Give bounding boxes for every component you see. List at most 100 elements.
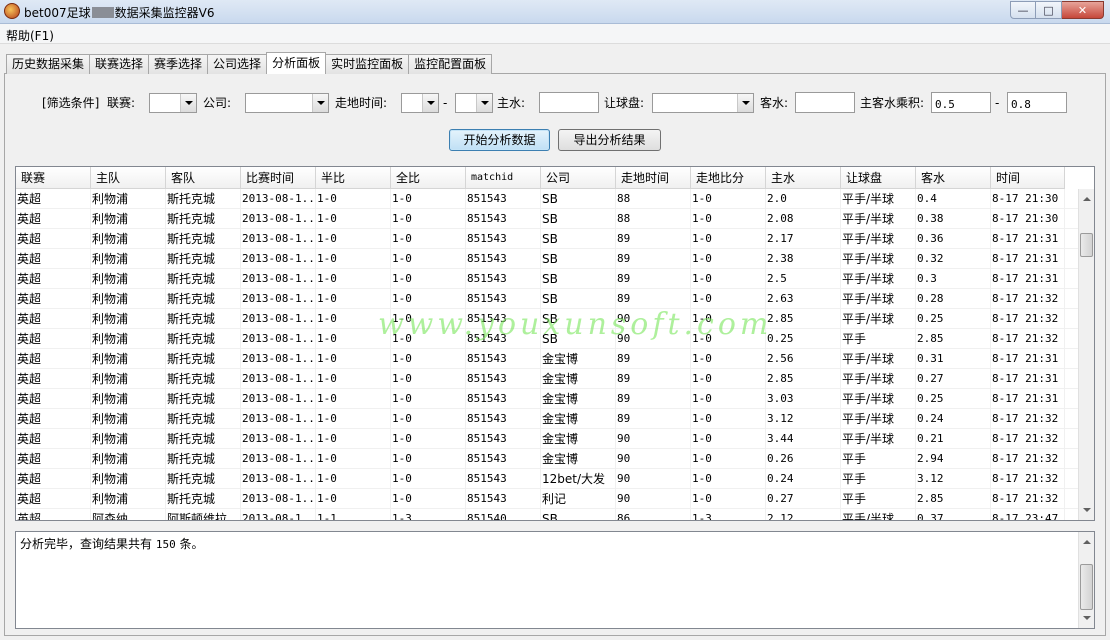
table-cell: 利物浦 <box>91 429 166 449</box>
table-cell: 利物浦 <box>91 209 166 229</box>
water-product-max-input[interactable] <box>1007 92 1067 113</box>
table-cell: 2013-08-1... <box>241 409 316 429</box>
table-cell: 1-0 <box>391 449 466 469</box>
column-header[interactable]: 全比 <box>391 167 466 189</box>
scroll-up-arrow[interactable] <box>1079 191 1094 207</box>
scroll-down-arrow[interactable] <box>1079 610 1094 626</box>
table-cell: 2013-08-1... <box>241 509 316 520</box>
table-row[interactable]: 英超 利物浦 斯托克城 2013-08-1... 1-0 1-0 851543 12bet/大… <box>16 469 1080 489</box>
tab-5[interactable]: 实时监控面板 <box>325 54 410 74</box>
column-header[interactable]: 联赛 <box>16 167 91 189</box>
table-cell: 851540 <box>466 509 541 520</box>
table-cell: 90 <box>616 449 691 469</box>
time-from-select[interactable] <box>401 93 439 113</box>
table-row[interactable]: 英超 利物浦 斯托克城 2013-08-1... 1-0 1-0 851543 SB 89 1-0… <box>16 229 1080 249</box>
away-water-input[interactable] <box>795 92 855 113</box>
table-cell: 0.25 <box>766 329 841 349</box>
table-cell: 851543 <box>466 429 541 449</box>
menu-bar: 帮助(F1) <box>0 24 1110 44</box>
table-row[interactable]: 英超 利物浦 斯托克城 2013-08-1... 1-0 1-0 851543 金宝博 90 1-… <box>16 429 1080 449</box>
chevron-down-icon <box>312 94 328 112</box>
results-grid[interactable]: 联赛 主队 客队 比赛时间 半比 全比 matchid 公司 走地时间 走地比分 主水 让球盘 客水 时间… <box>15 166 1095 521</box>
table-row[interactable]: 英超 利物浦 斯托克城 2013-08-1... 1-0 1-0 851543 SB 88 1-0… <box>16 189 1080 209</box>
table-cell: 90 <box>616 489 691 509</box>
tab-4[interactable]: 分析面板 <box>266 52 327 74</box>
table-cell: 1-0 <box>391 329 466 349</box>
scroll-thumb[interactable] <box>1080 564 1093 610</box>
log-output[interactable]: 分析完毕，查询结果共有 150 条。 <box>15 531 1095 629</box>
table-cell: 斯托克城 <box>166 409 241 429</box>
tab-3[interactable]: 公司选择 <box>207 54 268 74</box>
column-header[interactable]: 走地比分 <box>691 167 766 189</box>
table-cell: 851543 <box>466 309 541 329</box>
table-row[interactable]: 英超 利物浦 斯托克城 2013-08-1... 1-0 1-0 851543 SB 89 1-0… <box>16 289 1080 309</box>
log-vertical-scrollbar[interactable] <box>1078 532 1094 628</box>
table-cell: 8-17 21:32 <box>991 449 1065 469</box>
water-product-min-input[interactable] <box>931 92 991 113</box>
start-analysis-button[interactable]: 开始分析数据 <box>449 129 550 151</box>
maximize-button[interactable]: □ <box>1036 1 1062 19</box>
column-header[interactable]: 时间 <box>991 167 1065 189</box>
tab-2[interactable]: 赛季选择 <box>148 54 209 74</box>
table-row[interactable]: 英超 利物浦 斯托克城 2013-08-1... 1-0 1-0 851543 金宝博 90 1-… <box>16 449 1080 469</box>
table-row[interactable]: 英超 利物浦 斯托克城 2013-08-1... 1-0 1-0 851543 SB 89 1-0… <box>16 269 1080 289</box>
column-header[interactable]: 客水 <box>916 167 991 189</box>
table-row[interactable]: 英超 利物浦 斯托克城 2013-08-1... 1-0 1-0 851543 SB 90 1-0… <box>16 329 1080 349</box>
table-cell: 0.38 <box>916 209 991 229</box>
table-cell: 1-0 <box>691 269 766 289</box>
table-cell: 89 <box>616 289 691 309</box>
table-cell: 斯托克城 <box>166 189 241 209</box>
scroll-up-arrow[interactable] <box>1079 534 1094 550</box>
table-row[interactable]: 英超 利物浦 斯托克城 2013-08-1... 1-0 1-0 851543 金宝博 89 1-… <box>16 369 1080 389</box>
table-cell: 斯托克城 <box>166 249 241 269</box>
league-select[interactable] <box>149 93 197 113</box>
column-header[interactable]: matchid <box>466 167 541 189</box>
table-cell: 2.08 <box>766 209 841 229</box>
handicap-select[interactable] <box>652 93 754 113</box>
column-header[interactable]: 主队 <box>91 167 166 189</box>
table-cell: 英超 <box>16 269 91 289</box>
home-water-input[interactable] <box>539 92 599 113</box>
column-header[interactable]: 客队 <box>166 167 241 189</box>
menu-help[interactable]: 帮助(F1) <box>6 27 54 44</box>
table-cell: 8-17 21:31 <box>991 269 1065 289</box>
column-header[interactable]: 让球盘 <box>841 167 916 189</box>
grid-vertical-scrollbar[interactable] <box>1078 189 1094 520</box>
table-cell: 3.03 <box>766 389 841 409</box>
title-redaction <box>91 7 114 18</box>
close-button[interactable]: ✕ <box>1062 1 1104 19</box>
table-cell: 1-1 <box>316 509 391 520</box>
table-cell: 斯托克城 <box>166 329 241 349</box>
company-select[interactable] <box>245 93 329 113</box>
table-cell: 斯托克城 <box>166 229 241 249</box>
tab-6[interactable]: 监控配置面板 <box>408 54 493 74</box>
tab-1[interactable]: 联赛选择 <box>89 54 150 74</box>
column-header[interactable]: 比赛时间 <box>241 167 316 189</box>
export-results-button[interactable]: 导出分析结果 <box>558 129 661 151</box>
table-cell: 斯托克城 <box>166 389 241 409</box>
table-row[interactable]: 英超 利物浦 斯托克城 2013-08-1... 1-0 1-0 851543 SB 88 1-0… <box>16 209 1080 229</box>
table-cell: 90 <box>616 329 691 349</box>
column-header[interactable]: 公司 <box>541 167 616 189</box>
column-header[interactable]: 主水 <box>766 167 841 189</box>
table-row[interactable]: 英超 利物浦 斯托克城 2013-08-1... 1-0 1-0 851543 金宝博 89 1-… <box>16 349 1080 369</box>
minimize-button[interactable]: — <box>1010 1 1036 19</box>
table-cell: 2013-08-1... <box>241 229 316 249</box>
table-row[interactable]: 英超 利物浦 斯托克城 2013-08-1... 1-0 1-0 851543 金宝博 89 1-… <box>16 389 1080 409</box>
table-row[interactable]: 英超 阿森纳 阿斯顿维拉 2013-08-1... 1-1 1-3 851540 SB 86 1-… <box>16 509 1080 520</box>
table-cell: 1-0 <box>391 209 466 229</box>
table-row[interactable]: 英超 利物浦 斯托克城 2013-08-1... 1-0 1-0 851543 SB 89 1-0… <box>16 249 1080 269</box>
table-cell: SB <box>541 309 616 329</box>
tab-0[interactable]: 历史数据采集 <box>6 54 91 74</box>
table-row[interactable]: 英超 利物浦 斯托克城 2013-08-1... 1-0 1-0 851543 金宝博 89 1-… <box>16 409 1080 429</box>
table-cell: 2.85 <box>916 329 991 349</box>
column-header[interactable]: 半比 <box>316 167 391 189</box>
table-cell: 8-17 21:31 <box>991 249 1065 269</box>
table-row[interactable]: 英超 利物浦 斯托克城 2013-08-1... 1-0 1-0 851543 利记 90 1-0… <box>16 489 1080 509</box>
table-row[interactable]: 英超 利物浦 斯托克城 2013-08-1... 1-0 1-0 851543 SB 90 1-0… <box>16 309 1080 329</box>
scroll-thumb[interactable] <box>1080 233 1093 257</box>
scroll-down-arrow[interactable] <box>1079 502 1094 518</box>
column-header[interactable]: 走地时间 <box>616 167 691 189</box>
time-to-select[interactable] <box>455 93 493 113</box>
table-cell: 利记 <box>541 489 616 509</box>
